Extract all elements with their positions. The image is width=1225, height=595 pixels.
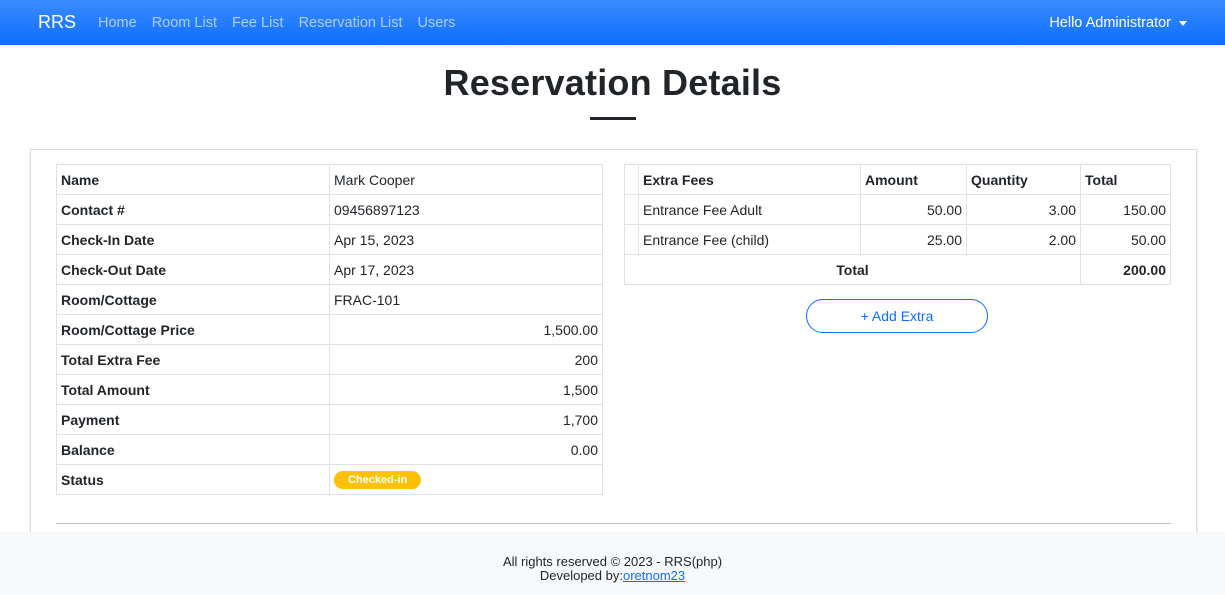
footer-credit-prefix: Developed by: (539, 568, 623, 583)
detail-label: Room/Cottage Price (56, 314, 330, 345)
fee-total: 50.00 (1080, 224, 1171, 255)
nav-home[interactable]: Home (98, 15, 137, 31)
detail-value: 09456897123 (329, 194, 603, 225)
nav-room-list[interactable]: Room List (152, 15, 217, 31)
user-menu-dropdown[interactable]: Hello Administrator (1049, 15, 1187, 31)
status-cell: Checked-in (329, 464, 603, 495)
fee-amount: 50.00 (860, 194, 967, 225)
page-title: Reservation Details (443, 62, 782, 103)
status-badge: Checked-in (334, 471, 422, 489)
fees-total-value: 200.00 (1080, 254, 1171, 285)
fee-quantity: 3.00 (966, 194, 1081, 225)
table-row: Status Checked-in (56, 464, 603, 495)
detail-label: Total Amount (56, 374, 330, 405)
detail-value: Apr 15, 2023 (329, 224, 603, 255)
footer: All rights reserved © 2023 - RRS(php) De… (0, 532, 1225, 595)
detail-label: Room/Cottage (56, 284, 330, 315)
brand-logo[interactable]: RRS (38, 12, 76, 33)
detail-label: Check-In Date (56, 224, 330, 255)
fee-name: Entrance Fee (child) (638, 224, 861, 255)
title-wrap: Reservation Details (0, 62, 1225, 104)
reservation-details-table: Name Mark Cooper Contact # 09456897123 C… (56, 164, 603, 495)
navbar: RRS Home Room List Fee List Reservation … (0, 0, 1225, 45)
column-header-total: Total (1080, 164, 1171, 195)
fee-amount: 25.00 (860, 224, 967, 255)
table-row: Name Mark Cooper (56, 164, 603, 195)
detail-label: Check-Out Date (56, 254, 330, 285)
table-row: Total Extra Fee 200 (56, 344, 603, 375)
column-header-blank (624, 164, 639, 195)
table-row: Contact # 09456897123 (56, 194, 603, 225)
detail-value: 0.00 (329, 434, 603, 465)
user-greeting: Hello Administrator (1049, 14, 1171, 31)
fee-total: 150.00 (1080, 194, 1171, 225)
detail-label: Balance (56, 434, 330, 465)
detail-label: Name (56, 164, 330, 195)
fees-total-label: Total (624, 254, 1081, 285)
nav-users[interactable]: Users (418, 15, 456, 31)
detail-label: Total Extra Fee (56, 344, 330, 375)
column-header-amount: Amount (860, 164, 967, 195)
fee-quantity: 2.00 (966, 224, 1081, 255)
fee-name: Entrance Fee Adult (638, 194, 861, 225)
table-row: Check-Out Date Apr 17, 2023 (56, 254, 603, 285)
table-row: Room/Cottage FRAC-101 (56, 284, 603, 315)
developer-link[interactable]: oretnom23 (623, 568, 685, 583)
detail-value: 200 (329, 344, 603, 375)
detail-label: Status (56, 464, 330, 495)
column-header-extra-fees: Extra Fees (638, 164, 861, 195)
detail-value: 1,500 (329, 374, 603, 405)
footer-copyright: All rights reserved © 2023 - RRS(php) (502, 554, 723, 569)
row-action-cell (624, 224, 639, 255)
extra-fees-table: Extra Fees Amount Quantity Total Entranc… (624, 164, 1171, 285)
add-extra-button[interactable]: + Add Extra (806, 299, 988, 333)
divider (56, 523, 1171, 524)
table-row: Check-In Date Apr 15, 2023 (56, 224, 603, 255)
detail-value: Mark Cooper (329, 164, 603, 195)
table-total-row: Total 200.00 (624, 254, 1171, 285)
detail-value: Apr 17, 2023 (329, 254, 603, 285)
table-row: Payment 1,700 (56, 404, 603, 435)
table-row: Entrance Fee Adult 50.00 3.00 150.00 (624, 194, 1171, 225)
detail-label: Payment (56, 404, 330, 435)
column-header-quantity: Quantity (966, 164, 1081, 195)
title-underline (590, 117, 636, 120)
table-row: Room/Cottage Price 1,500.00 (56, 314, 603, 345)
detail-value: 1,700 (329, 404, 603, 435)
table-header-row: Extra Fees Amount Quantity Total (624, 164, 1171, 195)
table-row: Entrance Fee (child) 25.00 2.00 50.00 (624, 224, 1171, 255)
nav-reservation-list[interactable]: Reservation List (299, 15, 403, 31)
detail-value: FRAC-101 (329, 284, 603, 315)
nav-fee-list[interactable]: Fee List (232, 15, 284, 31)
row-action-cell (624, 194, 639, 225)
table-row: Total Amount 1,500 (56, 374, 603, 405)
caret-down-icon (1179, 21, 1187, 26)
table-row: Balance 0.00 (56, 434, 603, 465)
detail-label: Contact # (56, 194, 330, 225)
detail-value: 1,500.00 (329, 314, 603, 345)
footer-credit: Developed by:oretnom23 (0, 569, 1225, 583)
